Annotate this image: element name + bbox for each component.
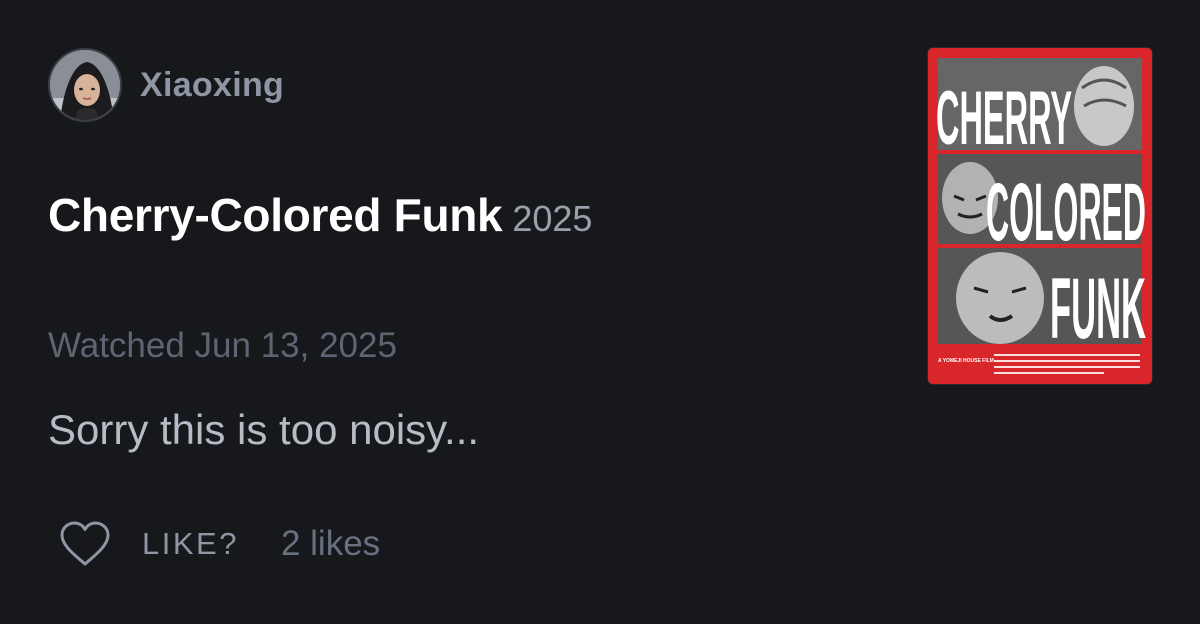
poster-title-line1: CHERRY (936, 76, 1072, 161)
watched-date: Watched Jun 13, 2025 (48, 326, 397, 365)
poster-art: CHERRY COLORED FUNK A YOMEJI HOUSE FILM (928, 48, 1152, 384)
poster-title-line2: COLORED (986, 167, 1146, 258)
likes-count[interactable]: 2 likes (281, 524, 380, 564)
film-year[interactable]: 2025 (512, 198, 592, 240)
poster-credit: A YOMEJI HOUSE FILM (938, 358, 994, 364)
heart-icon (60, 521, 110, 566)
avatar-photo (50, 50, 120, 120)
author-name[interactable]: Xiaoxing (140, 66, 284, 105)
review-text: Sorry this is too noisy... (48, 406, 480, 453)
film-poster[interactable]: CHERRY COLORED FUNK A YOMEJI HOUSE FILM (928, 48, 1152, 384)
like-label: LIKE? (142, 526, 239, 561)
diary-entry: Xiaoxing Cherry-Colored Funk 2025 Watche… (0, 0, 1200, 624)
actions-row: LIKE? 2 likes (58, 518, 380, 570)
poster-title-line3: FUNK (1050, 261, 1146, 357)
film-title-row: Cherry-Colored Funk 2025 (48, 188, 592, 242)
like-button[interactable]: LIKE? (58, 520, 239, 568)
author-row[interactable]: Xiaoxing (48, 48, 284, 122)
film-title[interactable]: Cherry-Colored Funk (48, 188, 503, 242)
avatar[interactable] (48, 48, 122, 122)
